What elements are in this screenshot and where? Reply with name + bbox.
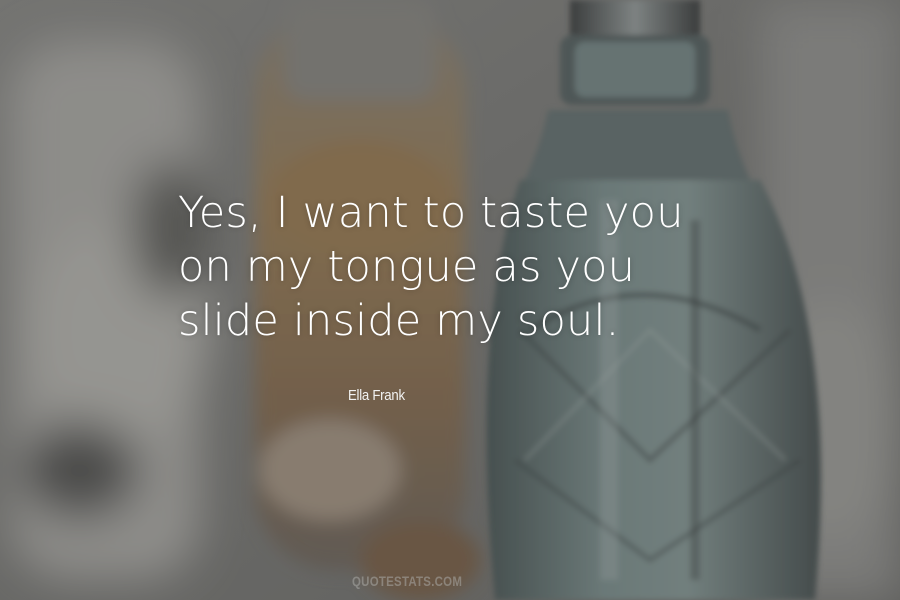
quote-author: Ella Frank [348,387,405,404]
quote-card: Yes, I want to taste you on my tongue as… [0,0,900,600]
quote-line: Yes, I want to taste you [178,188,684,238]
quote-text: Yes, I want to taste you on my tongue as… [178,186,684,348]
site-watermark[interactable]: QUOTESTATS.COM [352,573,462,589]
quote-line: slide inside my soul. [178,296,620,346]
quote-line: on my tongue as you [178,242,636,292]
